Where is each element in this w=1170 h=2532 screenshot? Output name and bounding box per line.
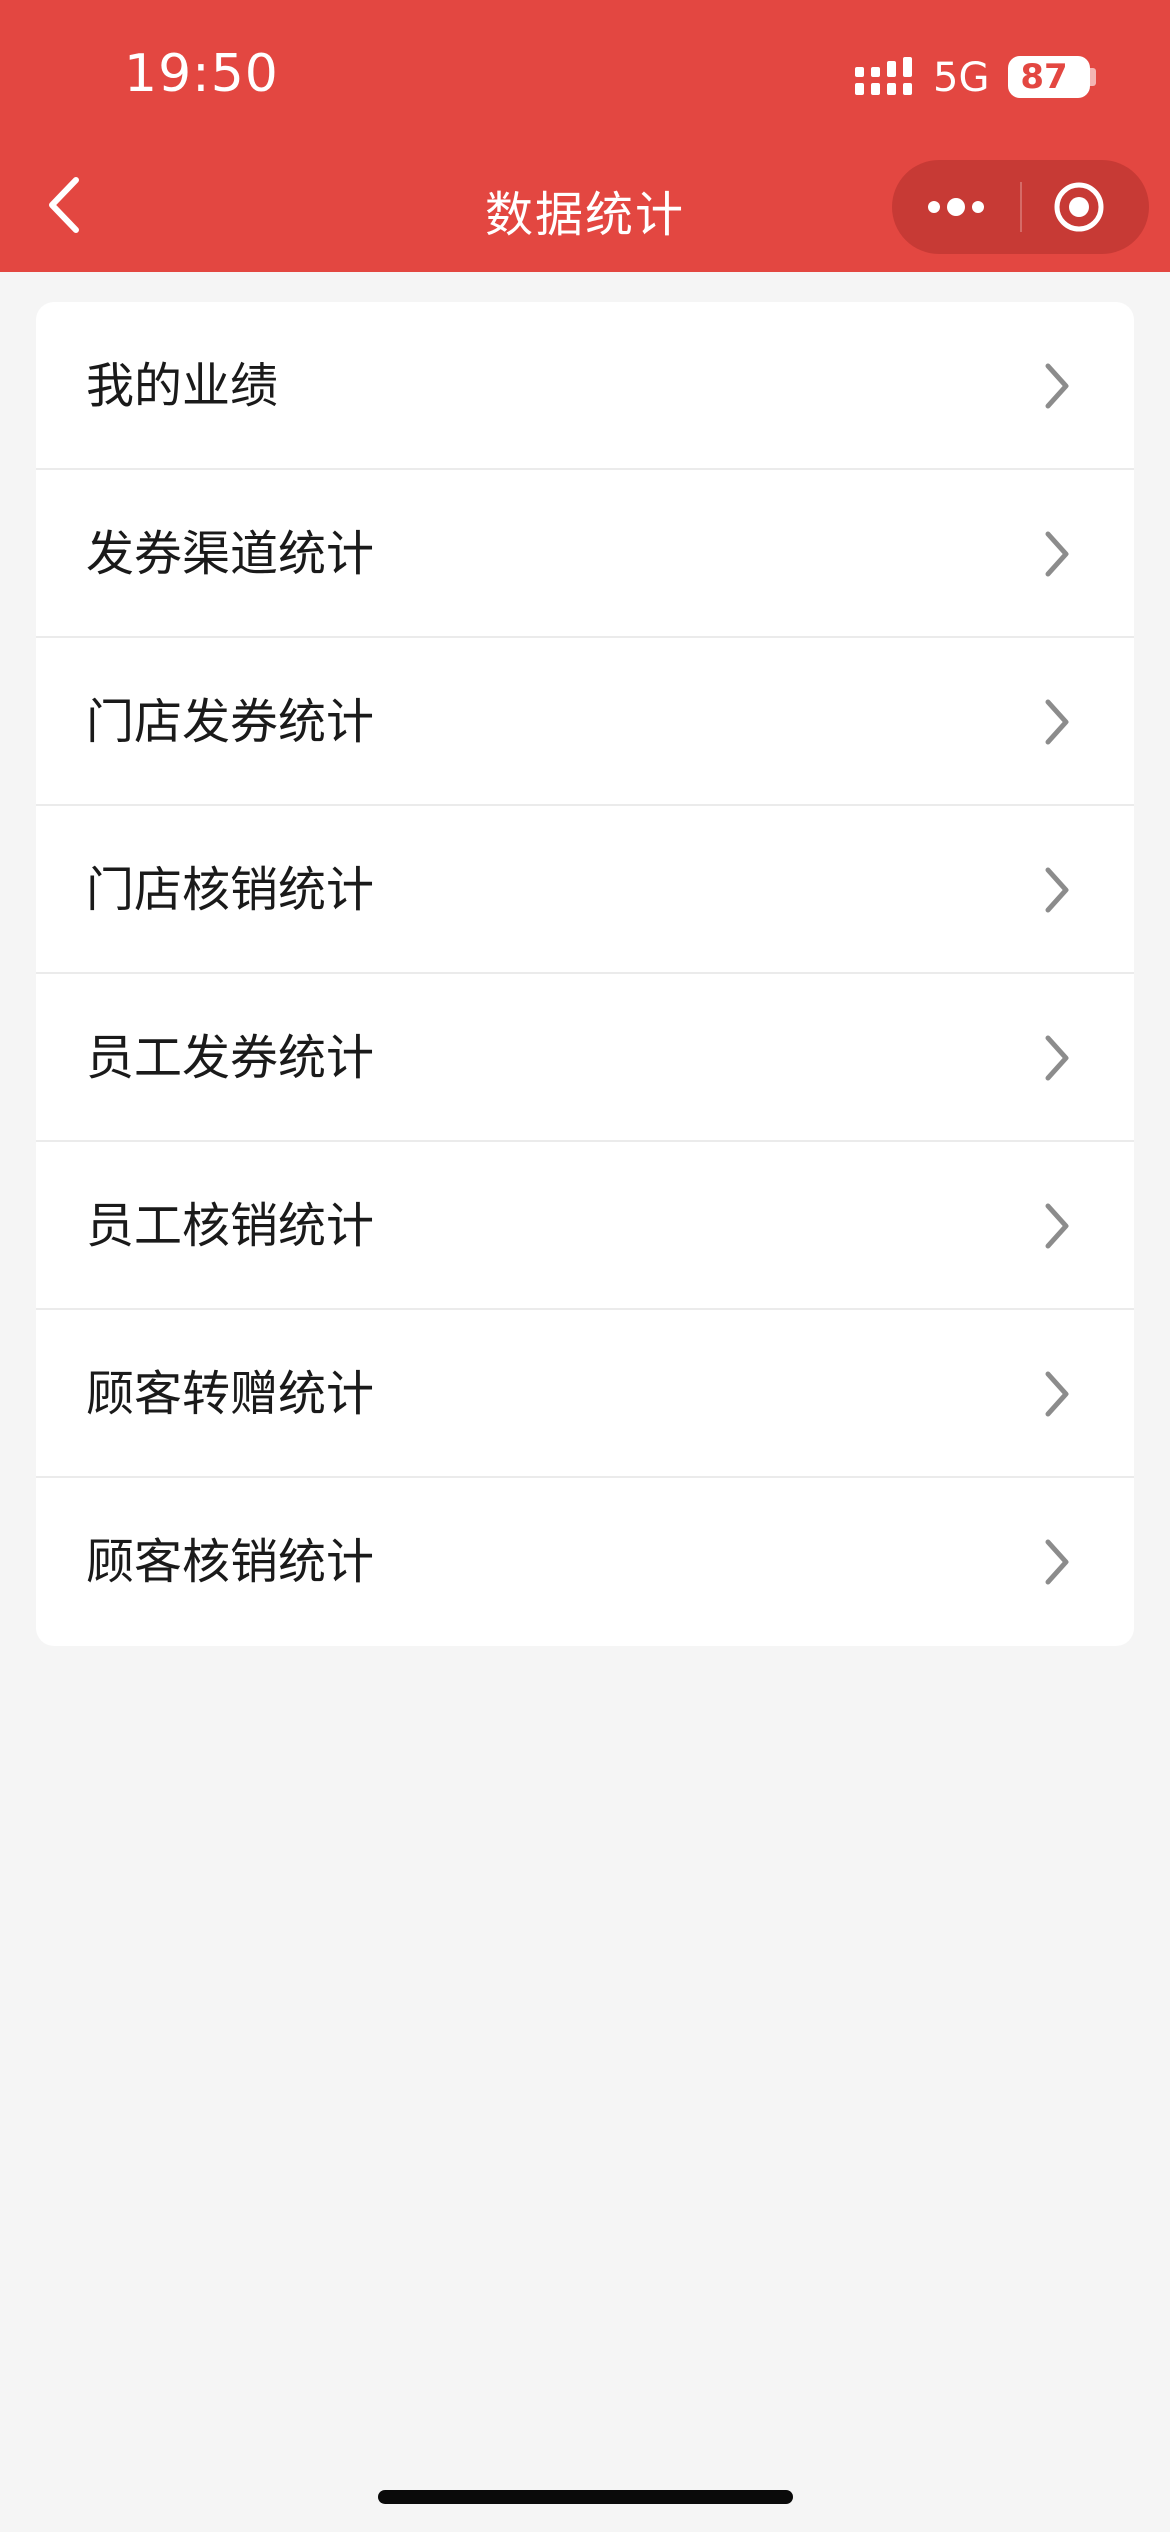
menu-item-store-redeem[interactable]: 门店核销统计 — [36, 806, 1134, 974]
cellular-signal-icon — [855, 57, 912, 95]
chevron-right-icon — [1045, 1203, 1069, 1249]
network-type: 5G — [933, 55, 990, 101]
target-circle-icon[interactable] — [1052, 180, 1106, 234]
battery-icon: 87 — [1008, 56, 1090, 98]
chevron-right-icon — [1045, 867, 1069, 913]
menu-item-staff-issue[interactable]: 员工发券统计 — [36, 974, 1134, 1142]
status-time: 19:50 — [124, 44, 279, 104]
menu-item-label: 顾客核销统计 — [86, 1534, 375, 1590]
menu-item-label: 门店核销统计 — [86, 862, 375, 918]
menu-item-channel-issue[interactable]: 发券渠道统计 — [36, 470, 1134, 638]
chevron-right-icon — [1045, 1035, 1069, 1081]
menu-item-label: 顾客转赠统计 — [86, 1366, 375, 1422]
menu-item-my-performance[interactable]: 我的业绩 — [36, 302, 1134, 470]
statistics-menu: 我的业绩 发券渠道统计 门店发券统计 门店核销统计 员工发券统计 员工核销统计 — [36, 302, 1134, 1646]
capsule-divider — [1020, 182, 1022, 232]
menu-item-label: 员工核销统计 — [86, 1198, 375, 1254]
menu-item-label: 员工发券统计 — [86, 1030, 375, 1086]
menu-item-staff-redeem[interactable]: 员工核销统计 — [36, 1142, 1134, 1310]
miniprogram-capsule — [892, 160, 1149, 254]
menu-item-label: 门店发券统计 — [86, 694, 375, 750]
menu-item-label: 发券渠道统计 — [86, 526, 375, 582]
menu-item-customer-redeem[interactable]: 顾客核销统计 — [36, 1478, 1134, 1646]
chevron-right-icon — [1045, 1539, 1069, 1585]
menu-item-label: 我的业绩 — [86, 358, 279, 414]
battery-nub — [1090, 68, 1096, 86]
chevron-right-icon — [1045, 699, 1069, 745]
header-bar: 19:50 5G 87 数据统计 — [0, 0, 1170, 272]
chevron-right-icon — [1045, 531, 1069, 577]
chevron-right-icon — [1045, 363, 1069, 409]
chevron-right-icon — [1045, 1371, 1069, 1417]
menu-item-store-issue[interactable]: 门店发券统计 — [36, 638, 1134, 806]
menu-item-customer-transfer[interactable]: 顾客转赠统计 — [36, 1310, 1134, 1478]
more-dots-icon[interactable] — [924, 182, 988, 232]
home-indicator[interactable] — [378, 2490, 793, 2504]
battery-level: 87 — [1020, 57, 1068, 97]
